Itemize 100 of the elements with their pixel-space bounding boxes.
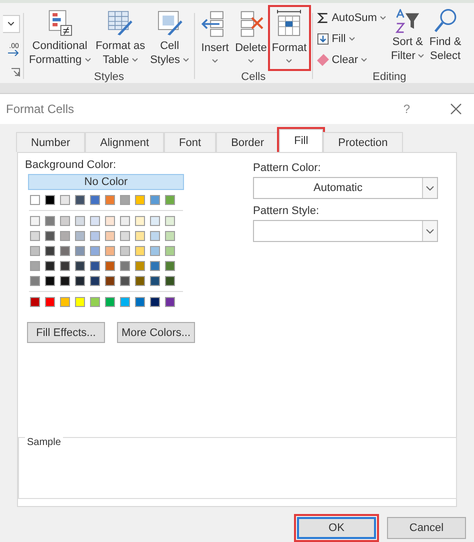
color-swatch[interactable] [165, 297, 175, 307]
color-swatch[interactable] [60, 216, 70, 226]
color-swatch[interactable] [150, 297, 160, 307]
color-swatch[interactable] [30, 246, 40, 256]
color-swatch[interactable] [75, 246, 85, 256]
color-swatch[interactable] [135, 231, 145, 241]
color-swatch[interactable] [60, 261, 70, 271]
dialog-button[interactable]: OK [294, 514, 379, 542]
pattern-style-dropdown[interactable] [253, 220, 438, 242]
color-swatch[interactable] [60, 195, 70, 205]
color-swatch[interactable] [135, 195, 145, 205]
tab[interactable]: Alignment [85, 132, 164, 152]
down-arrow-icon [316, 33, 329, 45]
color-swatch[interactable] [135, 276, 145, 286]
color-swatch[interactable] [90, 297, 100, 307]
color-swatch[interactable] [30, 297, 40, 307]
ribbon-button[interactable]: Clear [316, 51, 387, 69]
color-swatch[interactable] [30, 231, 40, 241]
color-swatch[interactable] [105, 195, 115, 205]
pattern-color-dropdown[interactable]: Automatic [253, 177, 438, 199]
color-swatch[interactable] [105, 276, 115, 286]
color-swatch[interactable] [150, 195, 160, 205]
ribbon-button[interactable]: Insert [198, 7, 232, 69]
color-swatch[interactable] [45, 246, 55, 256]
color-swatch[interactable] [45, 231, 55, 241]
color-swatch[interactable] [105, 246, 115, 256]
color-swatch[interactable] [150, 246, 160, 256]
ribbon-button[interactable]: Format [270, 7, 309, 69]
color-swatch[interactable] [135, 261, 145, 271]
color-swatch[interactable] [120, 261, 130, 271]
color-swatch[interactable] [120, 216, 130, 226]
color-swatch[interactable] [45, 276, 55, 286]
color-swatch[interactable] [90, 231, 100, 241]
color-swatch[interactable] [30, 261, 40, 271]
color-swatch[interactable] [75, 216, 85, 226]
color-swatch[interactable] [60, 246, 70, 256]
group-label: Editing [372, 71, 406, 83]
close-icon[interactable] [450, 103, 462, 115]
ribbon-button[interactable]: Find & Select [427, 7, 464, 69]
color-swatch[interactable] [45, 216, 55, 226]
color-swatch[interactable] [75, 231, 85, 241]
color-swatch[interactable] [60, 297, 70, 307]
color-swatch[interactable] [165, 276, 175, 286]
color-swatch[interactable] [75, 297, 85, 307]
color-swatch[interactable] [90, 276, 100, 286]
color-swatch[interactable] [90, 216, 100, 226]
color-swatch[interactable] [105, 231, 115, 241]
color-swatch[interactable] [150, 276, 160, 286]
ribbon-button[interactable]: Delete [233, 7, 269, 69]
help-button[interactable]: ? [403, 102, 410, 116]
color-swatch[interactable] [45, 297, 55, 307]
color-swatch[interactable] [60, 231, 70, 241]
color-swatch[interactable] [165, 231, 175, 241]
color-swatch[interactable] [90, 195, 100, 205]
color-swatch[interactable] [120, 246, 130, 256]
color-swatch[interactable] [90, 246, 100, 256]
ribbon-button[interactable]: Cell Styles [148, 7, 192, 69]
color-swatch[interactable] [30, 195, 40, 205]
color-swatch[interactable] [135, 216, 145, 226]
dropdown-field[interactable] [3, 15, 20, 33]
ribbon-button[interactable]: Conditional Formatting [27, 7, 93, 69]
tab[interactable]: Border [216, 132, 280, 152]
color-swatch[interactable] [30, 276, 40, 286]
color-swatch[interactable] [45, 195, 55, 205]
color-swatch[interactable] [75, 195, 85, 205]
color-swatch[interactable] [165, 216, 175, 226]
color-swatch[interactable] [135, 246, 145, 256]
color-swatch[interactable] [150, 231, 160, 241]
ribbon-button[interactable]: AutoSum [316, 9, 387, 27]
color-swatch[interactable] [120, 276, 130, 286]
color-swatch[interactable] [165, 195, 175, 205]
color-swatch[interactable] [90, 261, 100, 271]
color-swatch[interactable] [165, 246, 175, 256]
dialog-button[interactable]: More Colors... [117, 322, 195, 343]
tab[interactable]: Protection [323, 132, 403, 152]
color-swatch[interactable] [120, 195, 130, 205]
color-swatch[interactable] [30, 216, 40, 226]
color-swatch[interactable] [105, 216, 115, 226]
color-swatch[interactable] [150, 216, 160, 226]
color-swatch[interactable] [165, 261, 175, 271]
dialog-launcher-icon[interactable] [11, 68, 20, 77]
ribbon-button[interactable]: Sort & Filter [388, 7, 426, 69]
color-swatch[interactable] [120, 231, 130, 241]
tab[interactable]: Fill [279, 129, 324, 152]
color-swatch[interactable] [105, 261, 115, 271]
no-color-button[interactable]: No Color [28, 174, 184, 190]
color-swatch[interactable] [45, 261, 55, 271]
color-swatch[interactable] [75, 276, 85, 286]
ribbon-button[interactable]: Format as Table [94, 7, 148, 69]
tab[interactable]: Number [16, 132, 86, 152]
ribbon-button[interactable]: Fill [316, 30, 387, 48]
color-swatch[interactable] [135, 297, 145, 307]
color-swatch[interactable] [105, 297, 115, 307]
tab[interactable]: Font [164, 132, 216, 152]
dialog-button[interactable]: Fill Effects... [27, 322, 105, 343]
dialog-button[interactable]: Cancel [387, 517, 466, 539]
color-swatch[interactable] [120, 297, 130, 307]
color-swatch[interactable] [75, 261, 85, 271]
color-swatch[interactable] [60, 276, 70, 286]
color-swatch[interactable] [150, 261, 160, 271]
